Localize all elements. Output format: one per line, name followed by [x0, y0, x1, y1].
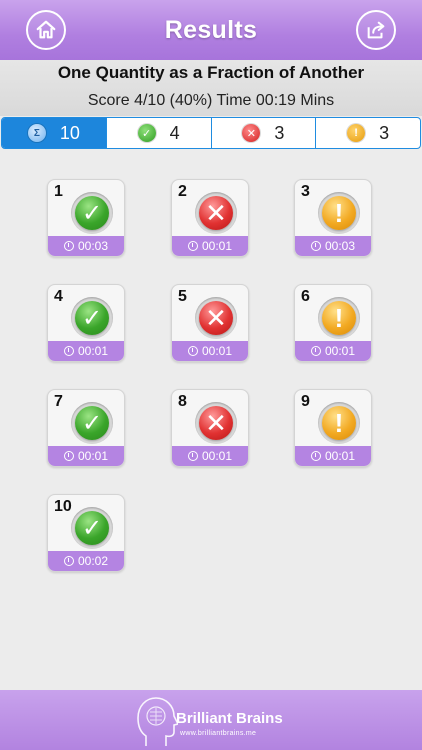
question-number: 10: [54, 498, 72, 515]
question-tile-3[interactable]: 3 ! 00:03: [294, 179, 372, 257]
check-icon: ✓: [75, 511, 109, 545]
question-time: 00:01: [201, 449, 233, 463]
filter-skipped[interactable]: ! 3: [315, 118, 420, 148]
exclamation-icon: !: [322, 406, 356, 440]
time-strip: 00:01: [295, 341, 371, 361]
question-tile-7[interactable]: 7 ✓ 00:01: [47, 389, 125, 467]
clock-icon: [310, 346, 321, 356]
time-strip: 00:01: [48, 341, 124, 361]
time-strip: 00:03: [48, 236, 124, 256]
question-number: 7: [54, 393, 63, 410]
brain-head-logo-icon: [137, 697, 178, 746]
result-icon-holder: !: [318, 192, 360, 234]
time-strip: 00:01: [295, 446, 371, 466]
question-time: 00:03: [77, 239, 109, 253]
question-time: 00:01: [324, 449, 356, 463]
question-tile-2[interactable]: 2 ✕ 00:01: [171, 179, 249, 257]
page-title: Results: [164, 15, 258, 44]
exclamation-icon: !: [322, 196, 356, 230]
exclamation-icon: !: [322, 301, 356, 335]
clock-icon: [63, 451, 74, 461]
cross-icon: ✕: [242, 124, 261, 142]
question-time: 00:01: [324, 344, 356, 358]
question-number: 8: [178, 393, 187, 410]
question-number: 9: [301, 393, 310, 410]
time-strip: 00:01: [172, 341, 248, 361]
filter-all[interactable]: Σ 10: [2, 118, 106, 148]
question-tile-4[interactable]: 4 ✓ 00:01: [47, 284, 125, 362]
exclamation-icon: !: [347, 124, 366, 142]
home-button[interactable]: [26, 10, 66, 50]
brand-name: Brilliant Brains: [176, 710, 283, 727]
question-tile-9[interactable]: 9 ! 00:01: [294, 389, 372, 467]
result-icon-holder: ✕: [195, 297, 237, 339]
question-number: 2: [178, 183, 187, 200]
result-icon-holder: ✓: [71, 192, 113, 234]
clock-icon: [187, 346, 198, 356]
question-tile-6[interactable]: 6 ! 00:01: [294, 284, 372, 362]
result-icon-holder: ✕: [195, 402, 237, 444]
question-number: 6: [301, 288, 310, 305]
question-tile-8[interactable]: 8 ✕ 00:01: [171, 389, 249, 467]
check-icon: ✓: [75, 301, 109, 335]
share-icon: [367, 21, 385, 39]
clock-icon: [63, 241, 74, 251]
header-bar: Results: [0, 0, 422, 60]
sigma-icon: Σ: [27, 124, 46, 142]
wrong-count: 3: [274, 122, 285, 143]
question-time: 00:01: [201, 344, 233, 358]
correct-count: 4: [169, 122, 180, 143]
question-number: 3: [301, 183, 310, 200]
time-strip: 00:02: [48, 551, 124, 571]
share-button[interactable]: [356, 10, 396, 50]
result-icon-holder: ✓: [71, 507, 113, 549]
total-count: 10: [59, 122, 80, 143]
filter-correct[interactable]: ✓ 4: [105, 118, 211, 148]
cross-icon: ✕: [199, 406, 233, 440]
question-time: 00:03: [324, 239, 356, 253]
cross-icon: ✕: [199, 301, 233, 335]
score-line: Score 4/10 (40%) Time 00:19 Mins: [87, 92, 335, 109]
clock-icon: [310, 451, 321, 461]
topic-title: One Quantity as a Fraction of Another: [57, 63, 365, 82]
brand-url: www.brilliantbrains.me: [180, 730, 257, 737]
result-icon-holder: ✓: [71, 297, 113, 339]
result-icon-holder: !: [318, 402, 360, 444]
question-tile-5[interactable]: 5 ✕ 00:01: [171, 284, 249, 362]
skipped-count: 3: [379, 122, 390, 143]
time-strip: 00:01: [48, 446, 124, 466]
clock-icon: [310, 241, 321, 251]
result-icon-holder: ✕: [195, 192, 237, 234]
clock-icon: [63, 556, 74, 566]
question-tile-1[interactable]: 1 ✓ 00:03: [47, 179, 125, 257]
check-icon: ✓: [75, 406, 109, 440]
question-time: 00:01: [201, 239, 233, 253]
question-time: 00:01: [77, 449, 109, 463]
clock-icon: [187, 451, 198, 461]
check-icon: ✓: [137, 124, 156, 142]
filter-wrong[interactable]: ✕ 3: [210, 118, 316, 148]
results-summary: One Quantity as a Fraction of Another Sc…: [0, 60, 422, 116]
stats-filter-bar: Σ 10 ✓ 4 ✕ 3 ! 3: [1, 117, 421, 149]
time-strip: 00:03: [295, 236, 371, 256]
question-number: 4: [54, 288, 63, 305]
result-icon-holder: ✓: [71, 402, 113, 444]
time-strip: 00:01: [172, 236, 248, 256]
home-icon: [36, 20, 56, 39]
check-icon: ✓: [75, 196, 109, 230]
cross-icon: ✕: [199, 196, 233, 230]
question-time: 00:02: [77, 554, 109, 568]
clock-icon: [187, 241, 198, 251]
result-icon-holder: !: [318, 297, 360, 339]
time-strip: 00:01: [172, 446, 248, 466]
question-tile-10[interactable]: 10 ✓ 00:02: [47, 494, 125, 572]
question-number: 1: [54, 183, 63, 200]
question-time: 00:01: [77, 344, 109, 358]
clock-icon: [63, 346, 74, 356]
question-number: 5: [178, 288, 187, 305]
footer-bar: Brilliant Brains www.brilliantbrains.me: [0, 690, 422, 750]
